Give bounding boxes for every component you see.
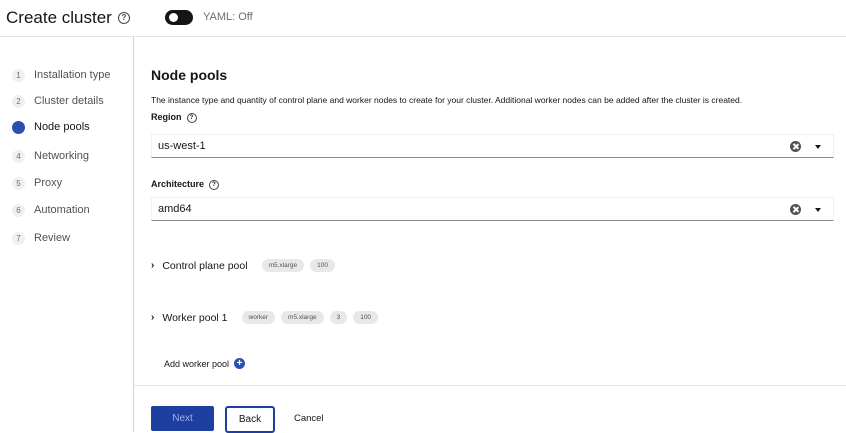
step-label: Proxy [34,177,63,189]
next-button[interactable]: Next [151,406,214,431]
wizard-nav: 1 Installation type 2 Cluster details 3 … [0,37,134,432]
question-circle-icon[interactable]: ? [209,179,220,190]
yaml-toggle[interactable] [165,10,193,25]
region-select[interactable]: us-west-1 [151,134,834,158]
worker-pool-toggle[interactable]: › Worker pool 1 worker m5.xlarge 3 100 [151,311,384,324]
caret-down-icon[interactable] [815,145,821,149]
page-title: Create cluster [6,8,112,27]
wizard-step-node-pools[interactable]: 3 Node pools [12,119,90,135]
architecture-select[interactable]: amd64 [151,197,834,221]
step-number: 5 [12,176,25,190]
wizard-step-automation[interactable]: 6 Automation [12,202,90,218]
toggle-knob [169,13,178,22]
architecture-label: Architecture? [151,179,220,190]
step-label: Networking [34,150,90,162]
step-label: Node pools [34,121,90,133]
wizard-step-cluster-details[interactable]: 2 Cluster details [12,93,104,109]
add-worker-pool-button[interactable]: Add worker pool + [164,358,246,369]
question-circle-icon[interactable]: ? [186,112,197,123]
step-label: Automation [34,204,90,216]
chip: 3 [329,311,348,324]
step-label: Installation type [34,69,111,81]
section-description: The instance type and quantity of contro… [151,95,743,105]
page-header: Create cluster ? YAML: Off [0,0,846,37]
pool-name: Worker pool 1 [162,311,228,324]
clear-icon[interactable] [790,204,801,215]
step-number: 6 [12,203,25,217]
region-label: Region? [151,112,197,123]
wizard-step-proxy[interactable]: 5 Proxy [12,175,62,191]
section-heading: Node pools [151,67,228,83]
back-button[interactable]: Back [225,406,275,433]
chevron-right-icon: › [151,312,155,323]
step-number: 4 [12,149,25,163]
region-value: us-west-1 [158,140,206,152]
step-number: 1 [12,68,25,82]
question-circle-icon[interactable]: ? [118,12,130,24]
control-plane-pool-toggle[interactable]: › Control plane pool m5.xlarge 100 [151,259,341,272]
caret-down-icon[interactable] [815,208,821,212]
wizard-step-installation-type[interactable]: 1 Installation type [12,67,110,83]
step-number: 7 [12,231,25,245]
add-worker-pool-label: Add worker pool [164,358,230,369]
pool-name: Control plane pool [162,259,248,272]
chip: m5.xlarge [261,259,305,272]
architecture-value: amd64 [158,203,192,215]
step-label: Review [34,232,71,244]
step-number: 2 [12,94,25,108]
wizard-step-review[interactable]: 7 Review [12,230,70,246]
clear-icon[interactable] [790,141,801,152]
plus-circle-icon: + [234,358,246,369]
wizard-step-networking[interactable]: 4 Networking [12,148,89,164]
region-label-text: Region [151,112,182,122]
chevron-right-icon: › [151,260,155,271]
architecture-label-text: Architecture [151,179,205,189]
main-content: Node pools The instance type and quantit… [134,37,846,432]
chip: 100 [353,311,379,324]
chip: worker [241,311,276,324]
cancel-button[interactable]: Cancel [294,406,324,431]
chip: 100 [310,259,335,272]
step-number: 3 [12,120,25,134]
step-label: Cluster details [34,95,104,107]
chip: m5.xlarge [281,311,324,324]
yaml-toggle-label: YAML: Off [203,11,253,23]
wizard-footer: Next Back Cancel [134,385,846,433]
